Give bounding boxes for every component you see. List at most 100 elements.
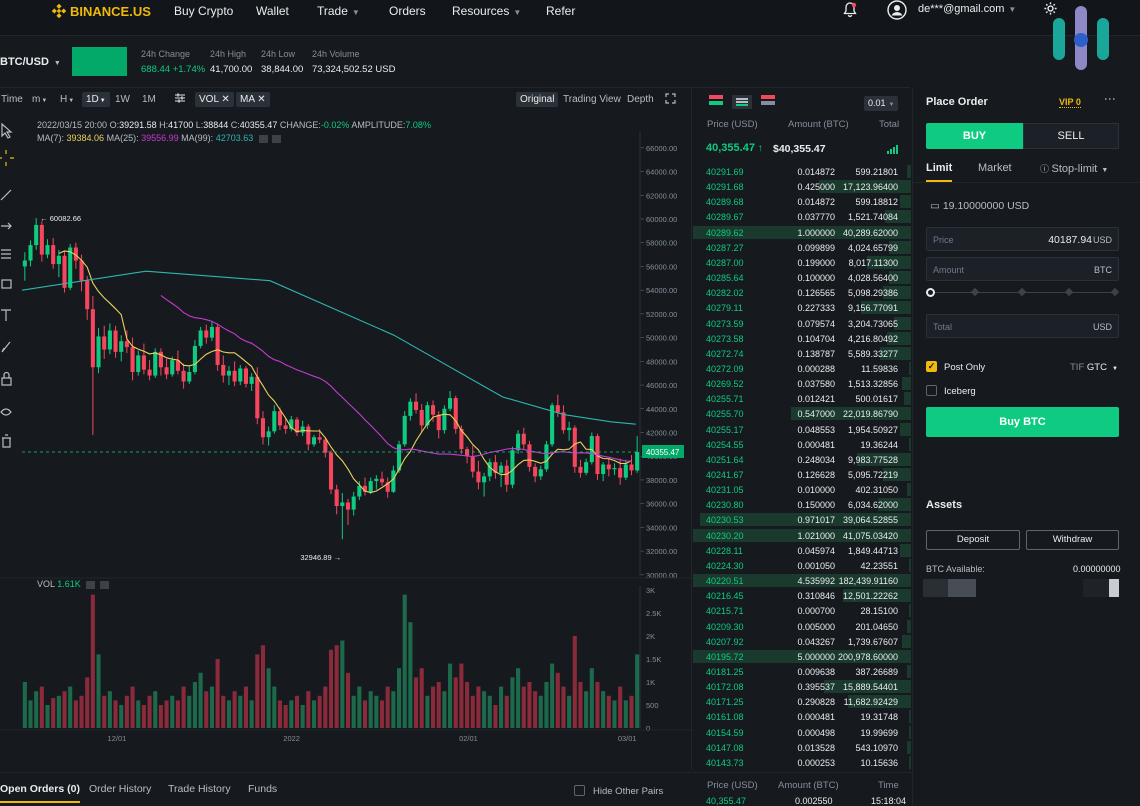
book-row[interactable]: 40255.71 0.012421 500.01617 — [693, 391, 911, 406]
volume-bar[interactable] — [255, 654, 260, 728]
book-row[interactable]: 40287.27 0.099899 4,024.65799 — [693, 240, 911, 255]
volume-bar[interactable] — [158, 705, 163, 728]
book-row[interactable]: 40171.25 0.290828 11,682.92429 — [693, 694, 911, 709]
volume-bar[interactable] — [414, 677, 419, 728]
post-only-checkbox[interactable]: ✓ — [926, 361, 937, 372]
volume-bar[interactable] — [589, 668, 594, 728]
candle-body[interactable] — [544, 444, 549, 470]
volume-bar[interactable] — [561, 686, 566, 728]
sell-tab[interactable]: SELL — [1023, 123, 1119, 149]
volume-bar[interactable] — [595, 682, 600, 728]
nav-trade[interactable]: Trade ▼ — [317, 4, 360, 18]
candle-body[interactable] — [465, 449, 470, 457]
volume-bar[interactable] — [442, 691, 447, 728]
book-row[interactable]: 40228.11 0.045974 1,849.44713 — [693, 543, 911, 558]
candle-body[interactable] — [45, 245, 50, 255]
volume-bar[interactable] — [340, 640, 345, 728]
book-row[interactable]: 40291.69 0.014872 599.21801 — [693, 164, 911, 179]
candle-body[interactable] — [255, 376, 260, 419]
volume-bar[interactable] — [209, 686, 214, 728]
tab-funds[interactable]: Funds — [248, 783, 277, 795]
tab-order-history[interactable]: Order History — [89, 783, 151, 795]
volume-bar[interactable] — [550, 663, 555, 728]
more-menu-icon[interactable]: ⋮ — [1103, 93, 1117, 104]
tab-trade-history[interactable]: Trade History — [168, 783, 231, 795]
candle-body[interactable] — [442, 408, 447, 431]
volume-bar[interactable] — [221, 695, 226, 728]
candle-body[interactable] — [351, 496, 356, 510]
nav-resources[interactable]: Resources ▼ — [452, 4, 521, 18]
volume-bar[interactable] — [567, 695, 572, 728]
vip-badge[interactable]: VIP 0 — [1059, 97, 1081, 108]
volume-bar[interactable] — [266, 668, 271, 728]
volume-bar[interactable] — [504, 695, 509, 728]
candle-body[interactable] — [147, 369, 152, 376]
book-row[interactable]: 40291.68 0.425000 17,123.96400 — [693, 179, 911, 194]
book-row[interactable]: 40241.67 0.126628 5,095.72219 — [693, 467, 911, 482]
book-row[interactable]: 40273.59 0.079574 3,204.73065 — [693, 316, 911, 331]
candle-body[interactable] — [419, 409, 424, 426]
candle-body[interactable] — [357, 485, 362, 497]
volume-bar[interactable] — [521, 686, 526, 728]
volume-bar[interactable] — [351, 695, 356, 728]
candle-body[interactable] — [572, 427, 577, 467]
volume-bar[interactable] — [96, 654, 101, 728]
volume-bar[interactable] — [629, 695, 634, 728]
volume-bar[interactable] — [362, 700, 368, 728]
book-bids-icon[interactable] — [732, 95, 752, 109]
volume-bar[interactable] — [45, 705, 50, 728]
book-row[interactable]: 40216.45 0.310846 12,501.22262 — [693, 588, 911, 603]
tab-limit[interactable]: Limit — [926, 162, 953, 182]
candle-body[interactable] — [181, 370, 186, 382]
volume-bar[interactable] — [317, 695, 322, 728]
candle-body[interactable] — [39, 224, 44, 255]
volume-bar[interactable] — [73, 700, 78, 728]
volume-bar[interactable] — [374, 695, 379, 728]
volume-bar[interactable] — [476, 686, 481, 728]
candle-body[interactable] — [391, 470, 396, 492]
book-row[interactable]: 40230.53 0.971017 39,064.52855 — [693, 512, 911, 527]
book-row[interactable]: 40287.00 0.199000 8,017.11300 — [693, 255, 911, 270]
candle-body[interactable] — [79, 260, 84, 281]
book-row[interactable]: 40215.71 0.000700 28.15100 — [693, 603, 911, 618]
volume-bar[interactable] — [510, 677, 515, 728]
volume-bar[interactable] — [425, 695, 430, 728]
book-row[interactable]: 40147.08 0.013528 543.10970 — [693, 740, 911, 755]
volume-bar[interactable] — [357, 686, 362, 728]
tif-select[interactable]: TIF GTC ▼ — [1070, 362, 1118, 373]
volume-bar[interactable] — [107, 691, 112, 728]
volume-bar[interactable] — [470, 695, 475, 728]
candle-body[interactable] — [402, 415, 407, 445]
candle-body[interactable] — [124, 341, 129, 348]
candle-body[interactable] — [260, 418, 266, 438]
book-row[interactable]: 40181.25 0.009638 387.26689 — [693, 664, 911, 679]
volume-bar[interactable] — [368, 691, 373, 728]
candle-body[interactable] — [96, 336, 101, 368]
book-row[interactable]: 40230.80 0.150000 6,034.62000 — [693, 497, 911, 512]
book-row[interactable]: 40255.17 0.048553 1,954.50927 — [693, 422, 911, 437]
candle-body[interactable] — [306, 426, 311, 445]
slider-step-100[interactable] — [1110, 287, 1120, 297]
volume-bar[interactable] — [431, 686, 436, 728]
candle-body[interactable] — [90, 309, 95, 368]
book-row[interactable]: 40172.08 0.395537 15,889.54401 — [693, 679, 911, 694]
candle-body[interactable] — [584, 462, 589, 473]
candle-body[interactable] — [102, 336, 107, 350]
candle-body[interactable] — [130, 347, 135, 373]
nav-buy-crypto[interactable]: Buy Crypto — [174, 4, 233, 18]
volume-bar[interactable] — [175, 700, 180, 728]
candle-body[interactable] — [272, 411, 277, 432]
buy-btc-button[interactable]: Buy BTC — [926, 407, 1119, 437]
candle-body[interactable] — [510, 450, 515, 485]
volume-bar[interactable] — [124, 695, 129, 728]
account-avatar-icon[interactable] — [887, 0, 907, 23]
tab-open-orders[interactable]: Open Orders (0) — [0, 783, 80, 803]
book-row[interactable]: 40195.72 5.000000 200,978.60000 — [693, 649, 911, 664]
candlestick-chart[interactable]: 66000.00 64000.00 62000.00 60000.00 58000.00… — [0, 88, 692, 770]
volume-bar[interactable] — [238, 695, 243, 728]
volume-bar[interactable] — [453, 677, 458, 728]
candle-body[interactable] — [340, 502, 345, 507]
settings-icon[interactable] — [99, 580, 109, 589]
book-row[interactable]: 40254.55 0.000481 19.36244 — [693, 437, 911, 452]
book-asks-icon[interactable] — [761, 95, 775, 105]
